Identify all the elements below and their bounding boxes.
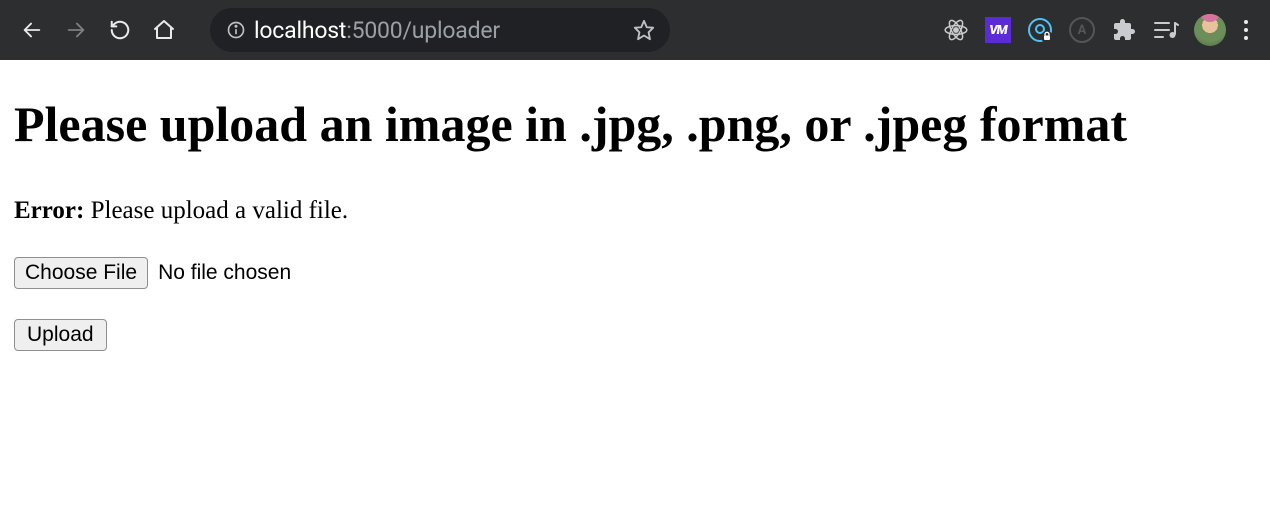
- error-text: Please upload a valid file.: [84, 197, 348, 224]
- extensions-button[interactable]: [1110, 16, 1138, 44]
- arrow-left-icon: [21, 19, 43, 41]
- file-input-status: No file chosen: [158, 261, 291, 285]
- a-badge-icon: A: [1069, 17, 1095, 43]
- kebab-dot-icon: [1244, 28, 1248, 32]
- toolbar-right: VM A: [942, 14, 1258, 46]
- upload-button[interactable]: Upload: [14, 319, 107, 351]
- url-path: /uploader: [403, 17, 500, 44]
- profile-avatar[interactable]: [1194, 14, 1226, 46]
- react-icon: [943, 17, 969, 43]
- kebab-dot-icon: [1244, 20, 1248, 24]
- url-port: :5000: [346, 17, 402, 44]
- vm-extension[interactable]: VM: [984, 16, 1012, 44]
- home-icon: [152, 18, 176, 42]
- url-text[interactable]: localhost:5000/uploader: [254, 17, 618, 44]
- vm-icon: VM: [985, 17, 1011, 43]
- back-button[interactable]: [12, 10, 52, 50]
- error-label: Error:: [14, 197, 84, 224]
- choose-file-button[interactable]: Choose File: [14, 257, 148, 289]
- puzzle-icon: [1112, 18, 1136, 42]
- file-input-row: Choose File No file chosen: [14, 257, 1256, 289]
- a-extension[interactable]: A: [1068, 16, 1096, 44]
- browser-toolbar: localhost:5000/uploader VM: [0, 0, 1270, 60]
- site-info-icon[interactable]: [226, 20, 246, 40]
- star-icon: [633, 19, 655, 41]
- url-host: localhost: [254, 17, 346, 44]
- site-permissions-extension[interactable]: [1026, 16, 1054, 44]
- bookmark-button[interactable]: [626, 12, 662, 48]
- media-control-button[interactable]: [1152, 16, 1180, 44]
- kebab-dot-icon: [1244, 36, 1248, 40]
- error-message: Error: Please upload a valid file.: [14, 197, 1256, 225]
- page-heading: Please upload an image in .jpg, .png, or…: [14, 94, 1214, 155]
- forward-button[interactable]: [56, 10, 96, 50]
- media-playlist-icon: [1153, 20, 1179, 40]
- lock-badge-icon: [1027, 17, 1053, 43]
- browser-menu-button[interactable]: [1240, 16, 1252, 44]
- page-content: Please upload an image in .jpg, .png, or…: [0, 60, 1270, 385]
- home-button[interactable]: [144, 10, 184, 50]
- react-devtools-extension[interactable]: [942, 16, 970, 44]
- reload-button[interactable]: [100, 10, 140, 50]
- reload-icon: [109, 19, 131, 41]
- arrow-right-icon: [65, 19, 87, 41]
- address-bar[interactable]: localhost:5000/uploader: [210, 8, 670, 52]
